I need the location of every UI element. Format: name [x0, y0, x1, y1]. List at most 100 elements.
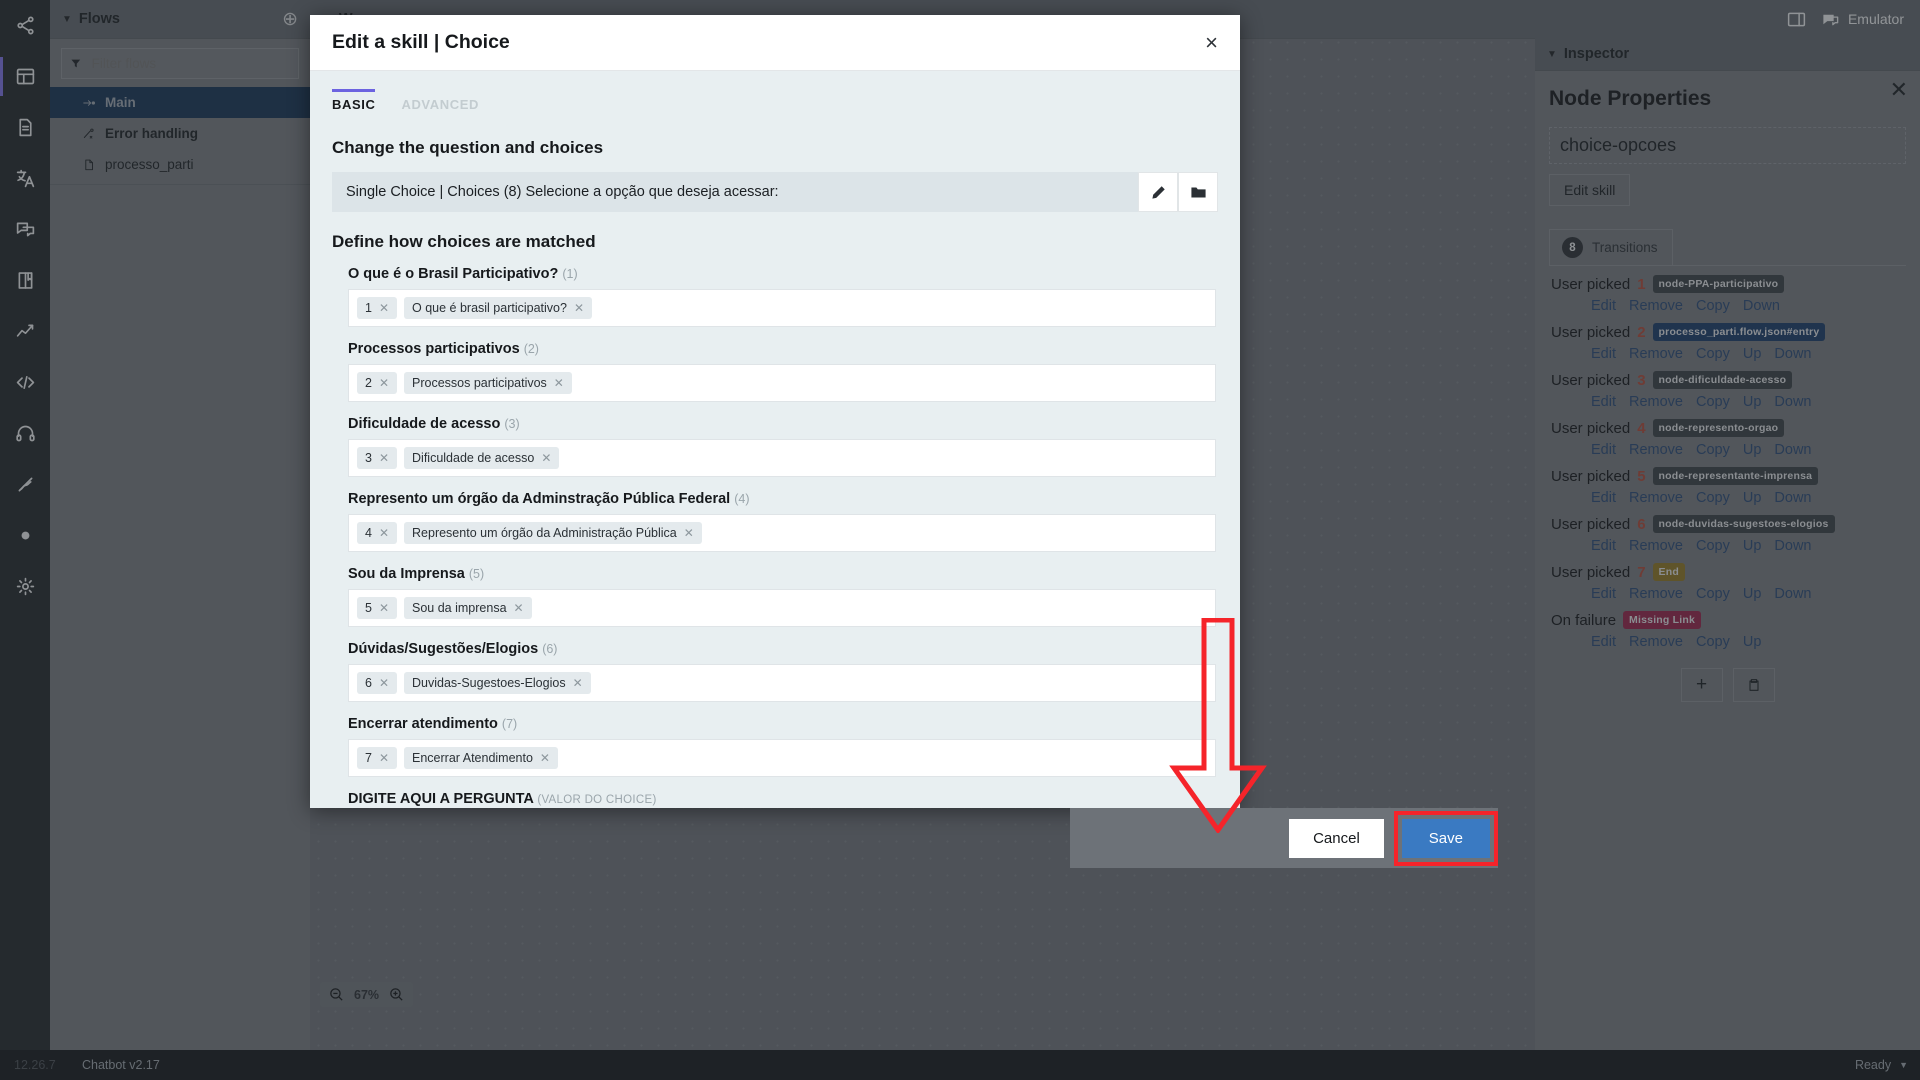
- choice-token-field[interactable]: 7 ✕ Encerrar Atendimento ✕: [348, 739, 1216, 777]
- choice-token[interactable]: Represento um órgão da Administração Púb…: [404, 522, 702, 544]
- remove-token-icon[interactable]: ✕: [379, 451, 389, 465]
- remove-link[interactable]: Remove: [1629, 298, 1683, 314]
- remove-token-icon[interactable]: ✕: [573, 676, 583, 690]
- tab-basic[interactable]: BASIC: [332, 89, 376, 118]
- edit-link[interactable]: Edit: [1591, 634, 1616, 650]
- filter-flows-field[interactable]: [61, 48, 299, 79]
- transition-target-chip[interactable]: node-dificuldade-acesso: [1652, 371, 1793, 389]
- layout-panel-icon[interactable]: [0, 51, 50, 102]
- move-up-link[interactable]: Up: [1743, 394, 1762, 410]
- edit-link[interactable]: Edit: [1591, 586, 1616, 602]
- transition-target-chip[interactable]: node-represento-orgao: [1652, 419, 1785, 437]
- remove-token-icon[interactable]: ✕: [379, 526, 389, 540]
- move-up-link[interactable]: Up: [1743, 346, 1762, 362]
- remove-token-icon[interactable]: ✕: [684, 526, 694, 540]
- move-down-link[interactable]: Down: [1743, 298, 1780, 314]
- transition-target-chip[interactable]: End: [1652, 563, 1685, 581]
- remove-token-icon[interactable]: ✕: [379, 376, 389, 390]
- save-button[interactable]: Save: [1401, 818, 1490, 858]
- code-brackets-icon[interactable]: [0, 357, 50, 408]
- choice-token[interactable]: Processos participativos ✕: [404, 372, 572, 394]
- transition-target-chip[interactable]: node-representante-imprensa: [1652, 467, 1819, 485]
- copy-link[interactable]: Copy: [1696, 490, 1730, 506]
- remove-link[interactable]: Remove: [1629, 586, 1683, 602]
- edit-link[interactable]: Edit: [1591, 298, 1616, 314]
- filter-flows-input[interactable]: [89, 55, 290, 72]
- sidebar-item-main[interactable]: Main: [50, 87, 310, 118]
- copy-link[interactable]: Copy: [1696, 346, 1730, 362]
- remove-token-icon[interactable]: ✕: [574, 301, 584, 315]
- choice-token-field[interactable]: 5 ✕ Sou da imprensa ✕: [348, 589, 1216, 627]
- copy-link[interactable]: Copy: [1696, 298, 1730, 314]
- remove-token-icon[interactable]: ✕: [379, 601, 389, 615]
- choice-token[interactable]: 7 ✕: [357, 747, 398, 769]
- document-icon[interactable]: [0, 102, 50, 153]
- copy-link[interactable]: Copy: [1696, 442, 1730, 458]
- copy-link[interactable]: Copy: [1696, 538, 1730, 554]
- cancel-button[interactable]: Cancel: [1289, 818, 1384, 858]
- edit-link[interactable]: Edit: [1591, 442, 1616, 458]
- choice-token[interactable]: O que é brasil participativo? ✕: [404, 297, 593, 319]
- remove-token-icon[interactable]: ✕: [514, 601, 524, 615]
- edit-link[interactable]: Edit: [1591, 346, 1616, 362]
- tab-transitions[interactable]: 8 Transitions: [1549, 229, 1673, 266]
- remove-token-icon[interactable]: ✕: [379, 301, 389, 315]
- move-up-link[interactable]: Up: [1743, 490, 1762, 506]
- edit-question-button[interactable]: [1138, 172, 1178, 212]
- move-up-link[interactable]: Up: [1743, 586, 1762, 602]
- close-icon[interactable]: ✕: [1890, 79, 1908, 101]
- chat-bubbles-icon[interactable]: [0, 204, 50, 255]
- transition-target-chip[interactable]: node-duvidas-sugestoes-elogios: [1652, 515, 1835, 533]
- sidebar-item-error-handling[interactable]: Error handling: [50, 118, 310, 149]
- question-field[interactable]: Single Choice | Choices (8) Selecione a …: [332, 172, 1138, 212]
- inspector-header[interactable]: ▼ Inspector: [1535, 38, 1920, 71]
- edit-skill-button[interactable]: Edit skill: [1549, 174, 1631, 206]
- choice-token[interactable]: 6 ✕: [357, 672, 398, 694]
- move-up-link[interactable]: Up: [1743, 634, 1762, 650]
- share-nodes-icon[interactable]: [0, 0, 50, 51]
- browse-question-button[interactable]: [1178, 172, 1218, 212]
- move-down-link[interactable]: Down: [1774, 442, 1811, 458]
- choice-token-field[interactable]: 4 ✕ Represento um órgão da Administração P…: [348, 514, 1216, 552]
- remove-link[interactable]: Remove: [1629, 394, 1683, 410]
- move-up-link[interactable]: Up: [1743, 538, 1762, 554]
- choice-token-field[interactable]: 2 ✕ Processos participativos ✕: [348, 364, 1216, 402]
- headset-icon[interactable]: [0, 408, 50, 459]
- move-down-link[interactable]: Down: [1774, 346, 1811, 362]
- edit-link[interactable]: Edit: [1591, 394, 1616, 410]
- book-icon[interactable]: [0, 255, 50, 306]
- chevron-down-icon[interactable]: ▼: [1899, 1060, 1908, 1070]
- transition-target-chip[interactable]: node-PPA-participativo: [1652, 275, 1785, 293]
- choice-token[interactable]: Duvidas-Sugestoes-Elogios ✕: [404, 672, 591, 694]
- remove-link[interactable]: Remove: [1629, 346, 1683, 362]
- move-down-link[interactable]: Down: [1774, 538, 1811, 554]
- transition-target-chip[interactable]: Missing Link: [1623, 611, 1702, 629]
- node-name-field[interactable]: choice-opcoes: [1549, 127, 1906, 164]
- gear-icon[interactable]: [0, 561, 50, 612]
- copy-link[interactable]: Copy: [1696, 634, 1730, 650]
- zoom-in-icon[interactable]: [388, 986, 405, 1003]
- move-down-link[interactable]: Down: [1774, 490, 1811, 506]
- choice-token[interactable]: Dificuldade de acesso ✕: [404, 447, 560, 469]
- sidebar-item-processo-parti[interactable]: processo_parti: [50, 149, 310, 180]
- choice-token-field[interactable]: 6 ✕ Duvidas-Sugestoes-Elogios ✕: [348, 664, 1216, 702]
- analytics-chart-icon[interactable]: [0, 306, 50, 357]
- transition-target-chip[interactable]: processo_parti.flow.json#entry: [1652, 323, 1826, 341]
- choice-token[interactable]: Encerrar Atendimento ✕: [404, 747, 558, 769]
- copy-link[interactable]: Copy: [1696, 394, 1730, 410]
- edit-link[interactable]: Edit: [1591, 490, 1616, 506]
- remove-token-icon[interactable]: ✕: [554, 376, 564, 390]
- remove-link[interactable]: Remove: [1629, 490, 1683, 506]
- remove-link[interactable]: Remove: [1629, 634, 1683, 650]
- add-flow-button[interactable]: ⊕: [282, 10, 298, 29]
- add-transition-button[interactable]: +: [1680, 668, 1723, 702]
- choice-token[interactable]: 1 ✕: [357, 297, 398, 319]
- panel-toggle-icon[interactable]: [1786, 9, 1807, 30]
- remove-token-icon[interactable]: ✕: [541, 451, 551, 465]
- paste-transition-button[interactable]: [1732, 668, 1775, 702]
- variable-icon[interactable]: [0, 459, 50, 510]
- zoom-out-icon[interactable]: [328, 986, 345, 1003]
- choice-token[interactable]: 3 ✕: [357, 447, 398, 469]
- edit-link[interactable]: Edit: [1591, 538, 1616, 554]
- move-down-link[interactable]: Down: [1774, 394, 1811, 410]
